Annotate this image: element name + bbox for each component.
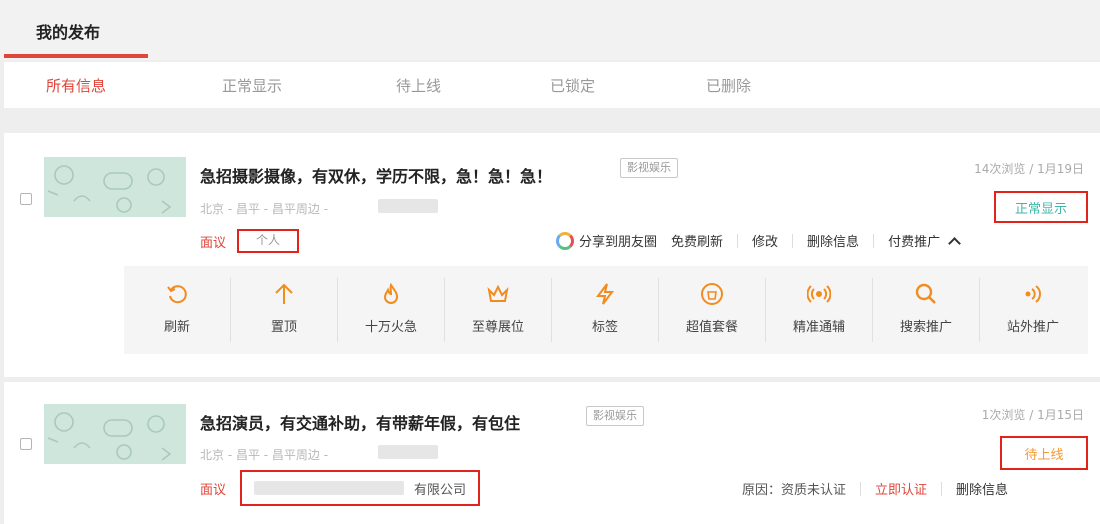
delete-button[interactable]: 删除信息 <box>956 479 1008 498</box>
company-name-box: 有限公司 <box>240 470 480 506</box>
post-actions: 分享到朋友圈 免费刷新 修改 删除信息 付费推广 <box>556 231 961 250</box>
divider <box>792 233 794 248</box>
salary-label: 面议 <box>200 483 227 498</box>
select-checkbox[interactable] <box>20 438 32 450</box>
promo-external[interactable]: 站外推广 <box>980 266 1086 354</box>
category-tag: 影视娱乐 <box>620 158 678 178</box>
post-card-1: 急招摄影摄像，有双休，学历不限，急！急！急！ 影视娱乐 北京 - 昌平 - 昌平… <box>4 133 1100 377</box>
share-moments-button[interactable]: 分享到朋友圈 <box>579 231 657 250</box>
poster-type-tag: 个人 <box>237 229 299 253</box>
promo-refresh[interactable]: 刷新 <box>124 266 230 354</box>
title-underline <box>4 54 148 58</box>
status-badge: 正常显示 <box>994 191 1088 223</box>
promo-search[interactable]: 搜索推广 <box>873 266 979 354</box>
promo-tag[interactable]: 标签 <box>552 266 658 354</box>
post-title[interactable]: 急招演员，有交通补助，有带薪年假，有包住 <box>200 410 520 434</box>
chevron-up-icon[interactable] <box>948 236 961 250</box>
tab-locked[interactable]: 已锁定 <box>550 75 595 96</box>
free-refresh-button[interactable]: 免费刷新 <box>671 231 723 250</box>
redacted-text <box>378 445 438 459</box>
category-tag: 影视娱乐 <box>586 406 644 426</box>
post-thumbnail[interactable] <box>44 404 186 464</box>
promo-urgent[interactable]: 十万火急 <box>338 266 444 354</box>
post-card-2: 急招演员，有交通补助，有带薪年假，有包住 影视娱乐 北京 - 昌平 - 昌平周边… <box>4 382 1100 524</box>
promo-package[interactable]: 超值套餐 <box>659 266 765 354</box>
search-icon <box>915 283 936 304</box>
promo-precise[interactable]: 精准通辅 <box>766 266 872 354</box>
post-title[interactable]: 急招摄影摄像，有双休，学历不限，急！急！急！ <box>200 163 552 187</box>
promo-premium[interactable]: 至尊展位 <box>445 266 551 354</box>
tab-pending[interactable]: 待上线 <box>396 75 441 96</box>
delete-button[interactable]: 删除信息 <box>807 231 859 250</box>
post-location: 北京 - 昌平 - 昌平周边 - <box>200 202 329 216</box>
status-tabs: 所有信息 正常显示 待上线 已锁定 已删除 <box>4 62 1100 108</box>
paid-promo-button[interactable]: 付费推广 <box>888 231 940 250</box>
signal-icon <box>1025 285 1041 303</box>
promo-panel: 刷新 置顶 十万火急 至尊展位 标签 超值套餐 精准通辅 搜索推广 站外推广 <box>124 266 1088 354</box>
page-title: 我的发布 <box>36 23 101 42</box>
tab-deleted[interactable]: 已删除 <box>706 75 751 96</box>
divider <box>941 481 943 496</box>
page-header: 我的发布 <box>0 0 1100 60</box>
broadcast-icon <box>807 285 831 303</box>
post-actions: 原因：资质未认证 立即认证 删除信息 <box>742 479 1008 498</box>
status-badge: 待上线 <box>1000 436 1088 470</box>
tab-all[interactable]: 所有信息 <box>46 75 106 96</box>
reject-reason: 原因：资质未认证 <box>742 483 847 498</box>
bag-icon <box>701 283 723 305</box>
divider <box>737 233 739 248</box>
thumbnail-pattern-icon <box>47 165 172 214</box>
tab-normal[interactable]: 正常显示 <box>222 75 282 96</box>
redacted-company <box>254 481 404 495</box>
divider <box>860 481 862 496</box>
salary-label: 面议 <box>200 236 227 251</box>
crown-icon <box>487 284 509 302</box>
promo-top[interactable]: 置顶 <box>231 266 337 354</box>
post-stats: 14次浏览 / 1月19日 <box>974 162 1084 176</box>
redacted-text <box>378 199 438 213</box>
post-location: 北京 - 昌平 - 昌平周边 - <box>200 448 329 462</box>
post-stats: 1次浏览 / 1月15日 <box>981 408 1084 422</box>
certify-button[interactable]: 立即认证 <box>875 479 927 498</box>
divider <box>873 233 875 248</box>
post-thumbnail[interactable] <box>44 157 186 217</box>
share-icon <box>556 231 574 250</box>
fire-icon <box>383 282 399 304</box>
thumbnail-pattern-icon <box>47 412 172 461</box>
edit-button[interactable]: 修改 <box>752 231 778 250</box>
select-checkbox[interactable] <box>20 193 32 205</box>
lightning-icon <box>596 283 614 305</box>
company-suffix: 有限公司 <box>414 483 467 498</box>
arrow-up-icon <box>275 283 293 304</box>
refresh-icon <box>167 285 187 304</box>
